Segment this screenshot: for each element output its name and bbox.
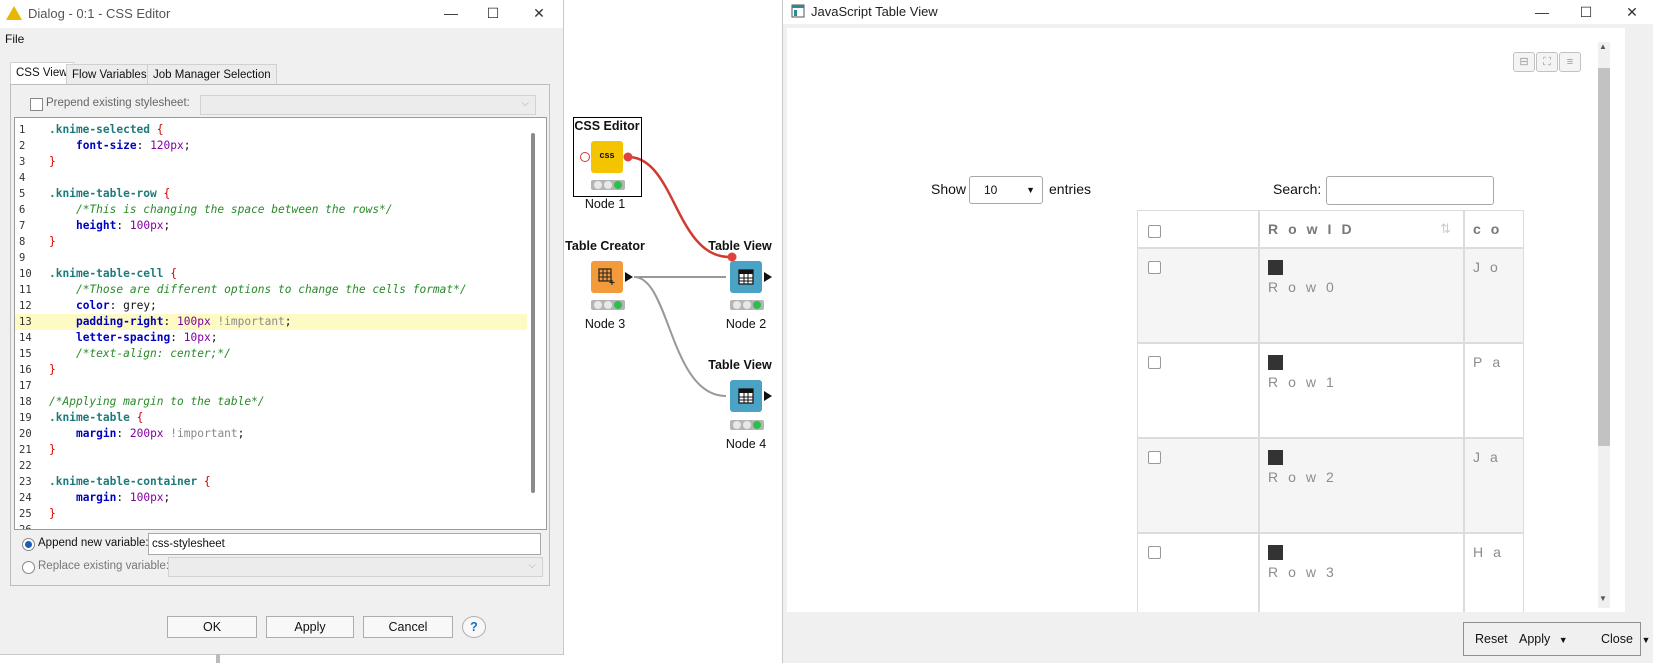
table-creator-status-icon <box>591 300 625 310</box>
css-editor-node-name: CSS Editor <box>574 119 640 133</box>
javascript-table-view-window: JavaScript Table View — ☐ ✕ ⊟ ⛶ ≡ Show 1… <box>782 0 1653 663</box>
jsview-title: JavaScript Table View <box>811 4 938 19</box>
table-creator-node[interactable]: + <box>591 261 623 293</box>
row-partial-text: Ja <box>1473 449 1508 465</box>
table-view-1-node-label: Node 2 <box>725 317 767 331</box>
row-id-text: Row3 <box>1268 564 1344 580</box>
workflow-connections <box>623 152 737 397</box>
entries-select[interactable]: 10 ▼ <box>969 176 1043 204</box>
connection-creator-to-view2[interactable] <box>633 276 727 397</box>
table-creator-output-port[interactable] <box>625 272 633 282</box>
row-id-cell[interactable]: Row0 <box>1259 248 1464 343</box>
caret-down-icon: ▼ <box>1641 635 1651 645</box>
row-partial-text: Ha <box>1473 544 1511 560</box>
color-swatch-icon <box>1268 450 1283 465</box>
row-partial-text: Pa <box>1473 354 1511 370</box>
row-select-cell[interactable] <box>1137 438 1259 533</box>
row-id-text: Row2 <box>1268 469 1344 485</box>
table-view-1-node-name: Table View <box>708 239 772 253</box>
color-swatch-icon <box>1268 355 1283 370</box>
jsview-close-button[interactable]: ✕ <box>1617 0 1647 24</box>
svg-text:+: + <box>609 278 615 286</box>
css-editor-status-icon <box>591 180 625 190</box>
apply-button-label: Apply <box>1519 632 1551 646</box>
row-checkbox[interactable] <box>1148 261 1161 274</box>
row-id-text: Row1 <box>1268 374 1344 390</box>
show-label: Show <box>931 181 967 197</box>
canvas-scroll-stub <box>216 654 220 663</box>
menu-icon[interactable]: ≡ <box>1559 52 1581 72</box>
table-view-1-output-port[interactable] <box>764 272 772 282</box>
caret-down-icon: ▼ <box>1558 635 1568 645</box>
jsview-vscroll-track[interactable]: ▲ ▼ <box>1598 42 1610 608</box>
color-swatch-icon <box>1268 545 1283 560</box>
row-partial-text: Jo <box>1473 259 1508 275</box>
table-icon <box>738 269 754 285</box>
table-view-2-output-port[interactable] <box>764 391 772 401</box>
close-dropdown-button[interactable]: Close ▼ <box>1601 632 1650 646</box>
header-select-cell <box>1137 210 1259 248</box>
header-rowid[interactable]: RowID ⇅ <box>1259 210 1464 248</box>
row-id-cell[interactable]: Row2 <box>1259 438 1464 533</box>
apply-dropdown-button[interactable]: Apply ▼ <box>1519 632 1568 646</box>
row-partial-cell[interactable]: Ha <box>1464 533 1524 612</box>
css-editor-node[interactable]: css <box>591 141 623 173</box>
jsview-minimize-button[interactable]: — <box>1527 0 1557 24</box>
scroll-up-icon[interactable]: ▲ <box>1599 42 1607 51</box>
search-label: Search: <box>1273 181 1322 197</box>
caret-down-icon: ▼ <box>1026 185 1035 195</box>
collapse-icon[interactable]: ⊟ <box>1513 52 1535 72</box>
table-view-2-node[interactable] <box>730 380 762 412</box>
row-select-cell[interactable] <box>1137 248 1259 343</box>
row-checkbox[interactable] <box>1148 356 1161 369</box>
row-checkbox[interactable] <box>1148 546 1161 559</box>
color-swatch-icon <box>1268 260 1283 275</box>
table-view-2-node-name: Table View <box>708 358 772 372</box>
entries-label: entries <box>1049 181 1092 197</box>
css-editor-node-label: Node 1 <box>584 197 626 211</box>
row-id-cell[interactable]: Row1 <box>1259 343 1464 438</box>
table-view-2-node-label: Node 4 <box>725 437 767 451</box>
header-partial-label: co <box>1473 221 1510 237</box>
row-select-cell[interactable] <box>1137 343 1259 438</box>
table-icon <box>738 388 754 404</box>
scroll-down-icon[interactable]: ▼ <box>1599 594 1607 603</box>
row-partial-cell[interactable]: Pa <box>1464 343 1524 438</box>
css-editor-input-port[interactable] <box>580 152 590 162</box>
sort-icon[interactable]: ⇅ <box>1440 221 1451 237</box>
css-icon: css <box>599 150 615 160</box>
row-checkbox[interactable] <box>1148 451 1161 464</box>
select-all-checkbox[interactable] <box>1148 225 1161 238</box>
header-rowid-label: RowID <box>1268 221 1362 237</box>
expand-icon[interactable]: ⛶ <box>1536 52 1558 72</box>
window-app-icon <box>791 4 805 18</box>
jsview-content: ⊟ ⛶ ≡ Show 10 ▼ entries Search: RowID ⇅ … <box>787 28 1625 612</box>
reset-button[interactable]: Reset <box>1475 632 1508 646</box>
table-creator-node-name: Table Creator <box>565 239 645 253</box>
close-button-label: Close <box>1601 632 1633 646</box>
entries-value: 10 <box>984 183 998 197</box>
jsview-scrollbar-thumb[interactable] <box>1598 68 1610 446</box>
table-creator-node-label: Node 3 <box>584 317 626 331</box>
table-view-1-status-icon <box>730 300 764 310</box>
search-input[interactable] <box>1326 176 1494 205</box>
table-creator-icon: + <box>598 268 615 286</box>
jsview-title-bar[interactable]: JavaScript Table View — ☐ ✕ <box>783 0 1653 24</box>
table-view-1-node[interactable] <box>730 261 762 293</box>
row-select-cell[interactable] <box>1137 533 1259 612</box>
row-id-cell[interactable]: Row3 <box>1259 533 1464 612</box>
header-partial[interactable]: co <box>1464 210 1524 248</box>
row-id-text: Row0 <box>1268 279 1344 295</box>
table-view-2-status-icon <box>730 420 764 430</box>
row-partial-cell[interactable]: Ja <box>1464 438 1524 533</box>
row-partial-cell[interactable]: Jo <box>1464 248 1524 343</box>
jsview-maximize-button[interactable]: ☐ <box>1571 0 1601 24</box>
